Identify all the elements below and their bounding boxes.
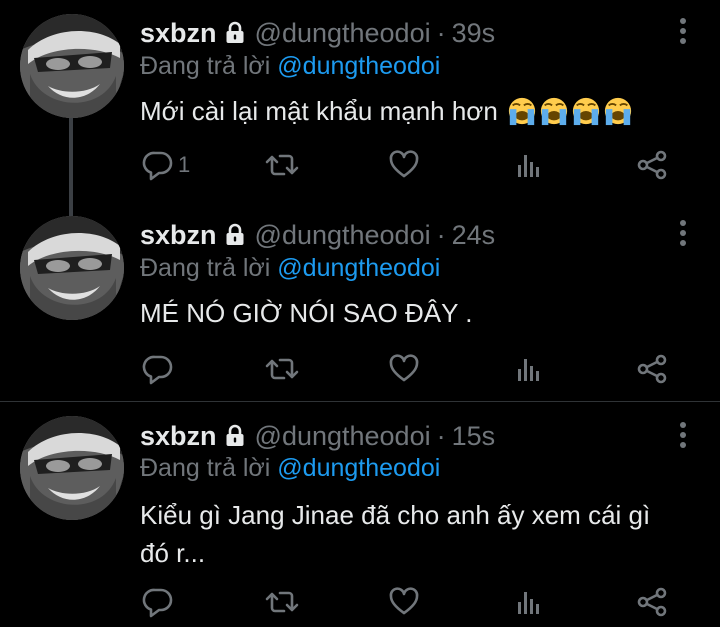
tweet-text-content: Mới cài lại mật khẩu mạnh hơn [140, 96, 498, 126]
reply-icon [142, 586, 174, 618]
retweet-button[interactable] [264, 351, 300, 387]
reply-prefix: Đang trả lời [140, 52, 271, 80]
tweet-text-line: Kiểu gì Jang Jinae đã cho anh ấy xem cái… [140, 500, 651, 530]
retweet-icon [264, 586, 300, 618]
reply-icon [142, 149, 174, 181]
more-icon[interactable] [678, 18, 688, 48]
views-button[interactable] [514, 584, 546, 620]
views-button[interactable] [514, 147, 546, 183]
avatar[interactable] [20, 416, 124, 520]
tweet[interactable]: sxbzn @dungtheodoi · 15s Đang trả lời @d… [0, 404, 720, 627]
timestamp[interactable]: 39s [452, 18, 496, 49]
reply-mention[interactable]: @dungtheodoi [277, 254, 440, 282]
loudly-crying-face-emoji [539, 96, 569, 136]
reply-button[interactable] [142, 584, 174, 620]
reply-prefix: Đang trả lời [140, 254, 271, 282]
tweet-text: Kiểu gì Jang Jinae đã cho anh ấy xem cái… [140, 496, 700, 572]
tweet-header: sxbzn @dungtheodoi · 39s [140, 16, 495, 50]
reply-count: 1 [178, 152, 191, 177]
reply-mention[interactable]: @dungtheodoi [277, 52, 440, 80]
tweet-text: MÉ NÓ GIỜ NÓI SAO ĐÂY . [140, 294, 700, 332]
handle[interactable]: @dungtheodoi [255, 18, 431, 49]
tweet-header: sxbzn @dungtheodoi · 24s [140, 218, 495, 252]
like-button[interactable] [388, 147, 420, 183]
avatar[interactable] [20, 14, 124, 118]
like-button[interactable] [388, 351, 420, 387]
like-icon [388, 586, 420, 618]
timestamp[interactable]: 24s [452, 220, 496, 251]
lock-icon [223, 223, 247, 247]
retweet-button[interactable] [264, 584, 300, 620]
handle[interactable]: @dungtheodoi [255, 421, 431, 452]
separator: · [436, 420, 446, 451]
action-bar: 1 [140, 147, 700, 183]
share-icon [636, 353, 668, 385]
display-name[interactable]: sxbzn [140, 18, 217, 49]
tweet-text-line: đó r... [140, 538, 206, 568]
more-icon[interactable] [678, 422, 688, 452]
reply-icon [142, 353, 174, 385]
avatar[interactable] [20, 216, 124, 320]
tweet-header: sxbzn @dungtheodoi · 15s [140, 419, 495, 453]
reply-mention[interactable]: @dungtheodoi [277, 454, 440, 482]
loudly-crying-face-emoji [507, 96, 537, 136]
retweet-icon [264, 353, 300, 385]
share-icon [636, 149, 668, 181]
share-button[interactable] [636, 147, 668, 183]
handle[interactable]: @dungtheodoi [255, 220, 431, 251]
share-button[interactable] [636, 351, 668, 387]
loudly-crying-face-emoji [571, 96, 601, 136]
views-icon [514, 149, 546, 181]
divider [0, 401, 720, 402]
replying-to: Đang trả lời @dungtheodoi [140, 254, 440, 283]
views-icon [514, 586, 546, 618]
timestamp[interactable]: 15s [452, 421, 496, 452]
replying-to: Đang trả lời @dungtheodoi [140, 454, 440, 483]
tweet[interactable]: sxbzn @dungtheodoi · 39s Đang trả lời @d… [0, 0, 720, 216]
display-name[interactable]: sxbzn [140, 421, 217, 452]
like-icon [388, 353, 420, 385]
share-button[interactable] [636, 584, 668, 620]
retweet-icon [264, 149, 300, 181]
views-icon [514, 353, 546, 385]
lock-icon [223, 424, 247, 448]
like-icon [388, 149, 420, 181]
reply-prefix: Đang trả lời [140, 454, 271, 482]
action-bar [140, 584, 700, 620]
separator: · [436, 17, 446, 48]
lock-icon [223, 21, 247, 45]
tweet-text-content: MÉ NÓ GIỜ NÓI SAO ĐÂY . [140, 298, 473, 328]
share-icon [636, 586, 668, 618]
display-name[interactable]: sxbzn [140, 220, 217, 251]
tweet[interactable]: sxbzn @dungtheodoi · 24s Đang trả lời @d… [0, 202, 720, 400]
retweet-button[interactable] [264, 147, 300, 183]
loudly-crying-face-emoji [603, 96, 633, 136]
views-button[interactable] [514, 351, 546, 387]
action-bar [140, 351, 700, 387]
reply-button[interactable]: 1 [142, 147, 190, 183]
more-icon[interactable] [678, 220, 688, 250]
replying-to: Đang trả lời @dungtheodoi [140, 52, 440, 81]
like-button[interactable] [388, 584, 420, 620]
separator: · [436, 219, 446, 250]
tweet-text: Mới cài lại mật khẩu mạnh hơn [140, 92, 700, 136]
reply-button[interactable] [142, 351, 174, 387]
